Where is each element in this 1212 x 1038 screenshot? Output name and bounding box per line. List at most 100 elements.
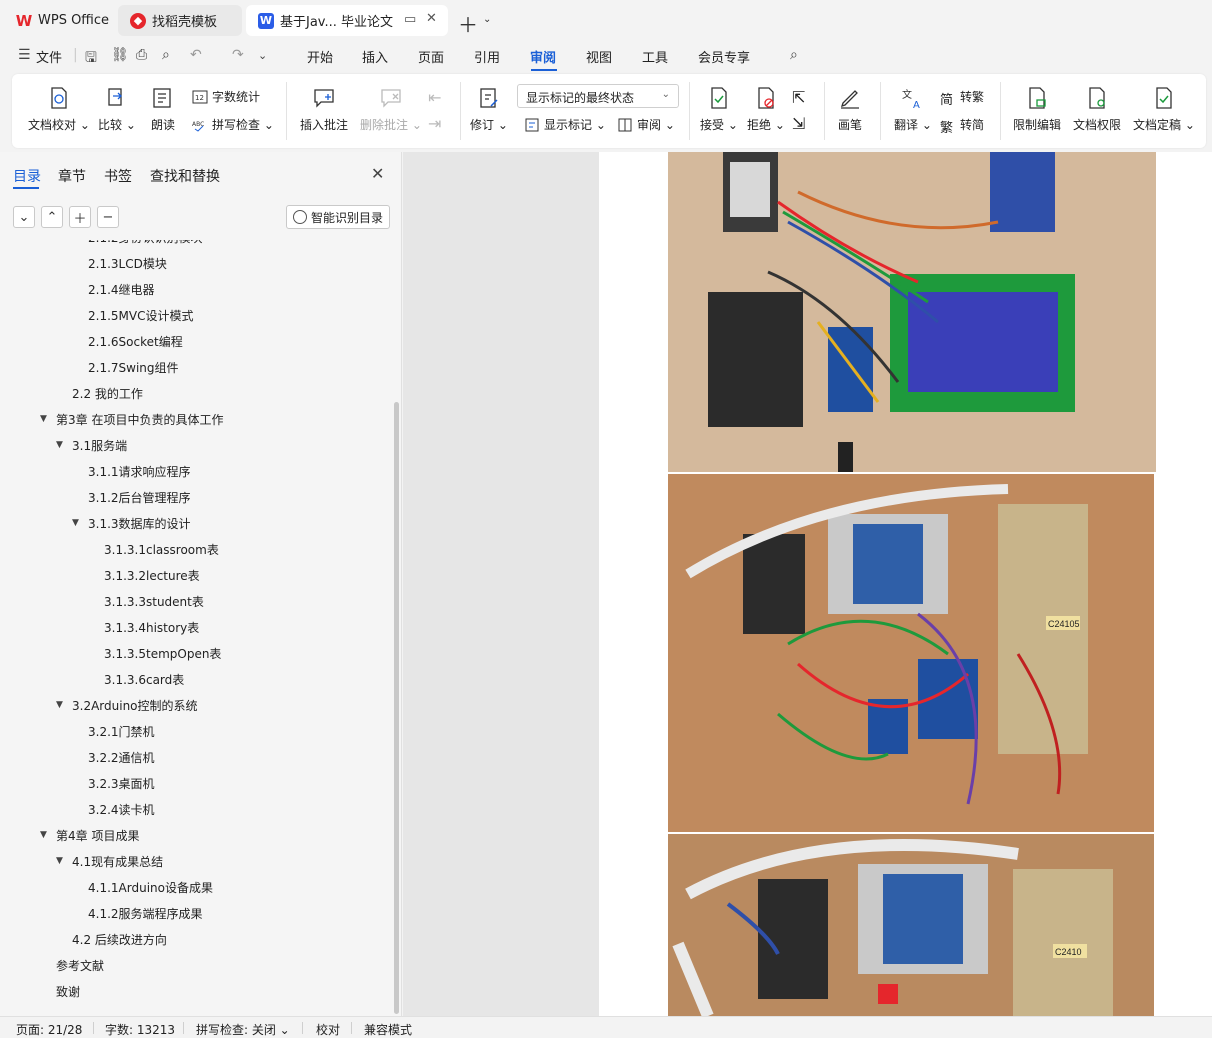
share-icon[interactable]: ⛓ bbox=[111, 47, 129, 63]
tab-find-replace[interactable]: 查找和替换 bbox=[150, 166, 220, 186]
menu-member[interactable]: 会员专享 bbox=[698, 47, 750, 66]
close-tab-icon[interactable]: ✕ bbox=[426, 11, 437, 26]
toc-item[interactable]: 3.1.3.5tempOpen表 bbox=[88, 640, 221, 666]
insert-comment-button[interactable]: 插入批注 bbox=[300, 86, 348, 133]
toc-item[interactable]: 2.1.7Swing组件 bbox=[72, 354, 179, 380]
toc-item[interactable]: 3.1.3.3student表 bbox=[88, 588, 204, 614]
tab-toc[interactable]: 目录 bbox=[13, 166, 41, 186]
toc-item[interactable]: 参考文献 bbox=[40, 952, 104, 978]
next-change-icon[interactable]: ⇲ bbox=[792, 114, 805, 133]
toc-item[interactable]: 2.1.2身份认识别模块 bbox=[72, 240, 203, 250]
spell-check-indicator[interactable]: 拼写检查: 关闭 ⌄ bbox=[196, 1021, 290, 1038]
page-indicator[interactable]: 页面: 21/28 bbox=[16, 1021, 82, 1038]
expand-triangle-icon[interactable]: ▼ bbox=[72, 518, 88, 528]
toc-item[interactable]: 3.1.2后台管理程序 bbox=[72, 484, 191, 510]
tab-chapters[interactable]: 章节 bbox=[58, 166, 86, 186]
expand-triangle-icon[interactable]: ▼ bbox=[56, 440, 72, 450]
word-count-button[interactable]: 12 字数统计 bbox=[192, 88, 260, 105]
toc-item[interactable]: 3.1.1请求响应程序 bbox=[72, 458, 191, 484]
tab-bookmarks[interactable]: 书签 bbox=[104, 166, 132, 186]
to-simplified-button[interactable]: 繁 转简 bbox=[940, 116, 984, 136]
menu-hamburger-icon[interactable]: ☰ bbox=[18, 47, 31, 63]
finalize-button[interactable]: 文档定稿 ⌄ bbox=[1133, 86, 1195, 133]
toc-item[interactable]: 3.1.3.1classroom表 bbox=[88, 536, 219, 562]
toc-item[interactable]: 4.2 后续改进方向 bbox=[56, 926, 167, 952]
reject-button[interactable]: 拒绝 ⌄ bbox=[747, 86, 785, 133]
to-traditional-button[interactable]: 简 转繁 bbox=[940, 88, 984, 108]
smart-toc-button[interactable]: 智能识别目录 bbox=[286, 205, 390, 229]
next-comment-icon[interactable]: ⇥ bbox=[428, 114, 441, 133]
new-tab-icon[interactable]: ＋ bbox=[458, 9, 478, 38]
menu-reference[interactable]: 引用 bbox=[474, 47, 500, 66]
toc-item[interactable]: 4.1.1Arduino设备成果 bbox=[72, 874, 213, 900]
restore-icon[interactable]: ▭ bbox=[404, 12, 416, 27]
toc-item[interactable]: ▼ 第4章 项目成果 bbox=[40, 822, 139, 848]
toc-item[interactable]: ▼ 4.1现有成果总结 bbox=[56, 848, 163, 874]
toc-item[interactable]: ▼ 第3章 在项目中负责的具体工作 bbox=[40, 406, 223, 432]
menu-page[interactable]: 页面 bbox=[418, 47, 444, 66]
tab-document[interactable]: W 基于Jav... 毕业论文 ▭ ✕ bbox=[246, 5, 448, 36]
toc-item[interactable]: 3.1.3.2lecture表 bbox=[88, 562, 200, 588]
toc-item[interactable]: 3.1.3.4history表 bbox=[88, 614, 199, 640]
search-icon[interactable]: ⌕ bbox=[790, 47, 798, 63]
expand-triangle-icon[interactable]: ▼ bbox=[56, 700, 72, 710]
menu-insert[interactable]: 插入 bbox=[362, 47, 388, 66]
print-preview-icon[interactable]: ⌕ bbox=[162, 47, 170, 63]
menu-view[interactable]: 视图 bbox=[586, 47, 612, 66]
toc-item[interactable]: ▼ 3.2Arduino控制的系统 bbox=[56, 692, 198, 718]
prev-change-icon[interactable]: ⇱ bbox=[792, 88, 805, 107]
toc-item[interactable]: 致谢 bbox=[40, 978, 80, 1004]
toc-item[interactable]: 2.1.3LCD模块 bbox=[72, 250, 167, 276]
remove-heading-button[interactable]: − bbox=[97, 206, 119, 228]
print-icon[interactable]: ⎙ bbox=[136, 47, 147, 63]
tab-wps-office[interactable]: W WPS Office bbox=[4, 5, 114, 36]
toc-item[interactable]: 2.1.4继电器 bbox=[72, 276, 155, 302]
toc-item[interactable]: ▼ 3.1服务端 bbox=[56, 432, 127, 458]
toc-item[interactable]: 2.1.5MVC设计模式 bbox=[72, 302, 193, 328]
translate-button[interactable]: 文A 翻译 ⌄ bbox=[894, 86, 932, 133]
show-markup-button[interactable]: 显示标记 ⌄ bbox=[524, 116, 606, 133]
tab-template[interactable]: ◆ 找稻壳模板 bbox=[118, 5, 242, 36]
proofread-indicator[interactable]: 校对 bbox=[316, 1021, 340, 1038]
chevron-down-icon[interactable]: ⌄ bbox=[483, 14, 491, 25]
menu-start[interactable]: 开始 bbox=[307, 47, 333, 66]
toc-item[interactable]: 2.2 我的工作 bbox=[56, 380, 143, 406]
review-pane-button[interactable]: 审阅 ⌄ bbox=[617, 116, 675, 133]
word-count-indicator[interactable]: 字数: 13213 bbox=[105, 1021, 175, 1038]
accept-button[interactable]: 接受 ⌄ bbox=[700, 86, 738, 133]
markup-state-select[interactable]: 显示标记的最终状态 ⌄ bbox=[517, 84, 679, 108]
toc-scrollbar[interactable] bbox=[394, 402, 399, 1014]
toc-item[interactable]: 3.2.3桌面机 bbox=[72, 770, 155, 796]
document-page[interactable]: C24105 C2410 bbox=[599, 152, 1212, 1016]
toc-item[interactable]: 2.1.6Socket编程 bbox=[72, 328, 183, 354]
delete-comment-button[interactable]: 删除批注 ⌄ bbox=[360, 86, 422, 133]
restrict-edit-button[interactable]: 限制编辑 bbox=[1013, 86, 1061, 133]
expand-triangle-icon[interactable]: ▼ bbox=[56, 856, 72, 866]
compare-button[interactable]: 比较 ⌄ bbox=[98, 86, 136, 133]
toc-item[interactable]: ▼ 3.1.3数据库的设计 bbox=[72, 510, 191, 536]
expand-triangle-icon[interactable]: ▼ bbox=[40, 414, 56, 424]
menu-file[interactable]: 文件 bbox=[36, 47, 62, 66]
undo-icon[interactable]: ↶ bbox=[190, 47, 202, 63]
collapse-down-button[interactable]: ⌄ bbox=[13, 206, 35, 228]
expand-triangle-icon[interactable]: ▼ bbox=[40, 830, 56, 840]
doc-permission-button[interactable]: 文档权限 bbox=[1073, 86, 1121, 133]
collapse-up-button[interactable]: ⌃ bbox=[41, 206, 63, 228]
doc-check-button[interactable]: 文档校对 ⌄ bbox=[28, 86, 90, 133]
read-aloud-button[interactable]: 朗读 bbox=[151, 86, 175, 133]
pen-button[interactable]: 画笔 bbox=[838, 86, 862, 133]
toc-item[interactable]: 3.2.1门禁机 bbox=[72, 718, 155, 744]
toc-item[interactable]: 3.2.4读卡机 bbox=[72, 796, 155, 822]
add-heading-button[interactable]: ＋ bbox=[69, 206, 91, 228]
spell-check-button[interactable]: ABC 拼写检查 ⌄ bbox=[192, 116, 274, 133]
toc-item[interactable]: 3.1.3.6card表 bbox=[88, 666, 184, 692]
track-changes-button[interactable]: 修订 ⌄ bbox=[470, 86, 508, 133]
toc-item[interactable]: 3.2.2通信机 bbox=[72, 744, 155, 770]
toc-item[interactable]: 4.1.2服务端程序成果 bbox=[72, 900, 203, 926]
save-icon[interactable]: 🖫 bbox=[85, 47, 97, 71]
menu-tools[interactable]: 工具 bbox=[642, 47, 668, 66]
menu-review[interactable]: 审阅 bbox=[530, 47, 556, 66]
close-icon[interactable]: ✕ bbox=[371, 164, 384, 183]
redo-icon[interactable]: ↷ bbox=[232, 47, 244, 63]
prev-comment-icon[interactable]: ⇤ bbox=[428, 88, 441, 107]
